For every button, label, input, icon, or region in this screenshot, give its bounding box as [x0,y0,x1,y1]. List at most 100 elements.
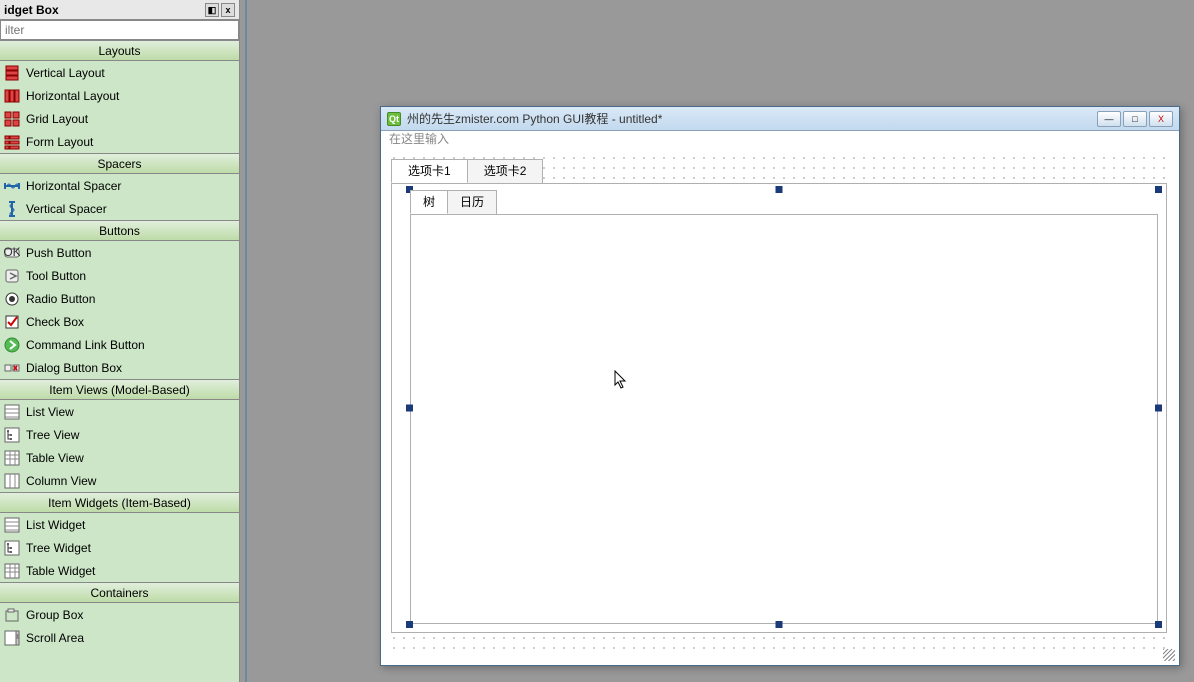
widget-label: Group Box [26,608,83,622]
push-button-icon: OK [4,245,20,261]
table-view-icon [4,450,20,466]
dock-button[interactable]: ◧ [205,3,219,17]
inner-tab-content[interactable] [410,214,1158,624]
widget-label: Grid Layout [26,112,88,126]
selection-handle-bm[interactable] [776,621,783,628]
widget-tree-widget[interactable]: Tree Widget [0,536,239,559]
widget-label: Command Link Button [26,338,145,352]
outer-tab-1[interactable]: 选项卡1 [391,159,468,183]
column-view-icon [4,473,20,489]
widget-label: Vertical Spacer [26,202,107,216]
widget-grid-layout[interactable]: Grid Layout [0,107,239,130]
close-button[interactable]: X [1149,111,1173,127]
inner-tab-widget[interactable]: 树 日历 [410,190,1158,624]
selection-handle-tr[interactable] [1155,186,1162,193]
widget-box-title: idget Box [4,3,203,17]
dialog-button-box-icon [4,360,20,376]
widget-label: Table Widget [26,564,95,578]
section-header-containers[interactable]: Containers [0,582,239,603]
widget-label: Scroll Area [26,631,84,645]
outer-tab-content[interactable]: 树 日历 [391,183,1167,633]
widget-box-titlebar: idget Box ◧ x [0,0,239,20]
outer-tab-widget[interactable]: 选项卡1 选项卡2 树 日历 [391,159,1167,633]
tree-view-icon [4,427,20,443]
widget-tree-view[interactable]: Tree View [0,423,239,446]
widget-table-widget[interactable]: Table Widget [0,559,239,582]
widget-label: Dialog Button Box [26,361,122,375]
command-link-icon [4,337,20,353]
widget-label: Push Button [26,246,91,260]
widget-label: Horizontal Spacer [26,179,121,193]
widget-list-view[interactable]: List View [0,400,239,423]
form-body[interactable]: 在这里输入 选项卡1 选项卡2 树 日历 [381,131,1179,665]
outer-tab-2[interactable]: 选项卡2 [467,159,544,183]
widget-box-panel: idget Box ◧ x Layouts Vertical Layout Ho… [0,0,240,682]
selection-handle-bl[interactable] [406,621,413,628]
form-titlebar[interactable]: Qt 州的先生zmister.com Python GUI教程 - untitl… [381,107,1179,131]
widget-table-view[interactable]: Table View [0,446,239,469]
horizontal-spacer-icon [4,178,20,194]
scroll-area-icon [4,630,20,646]
tool-button-icon [4,268,20,284]
widget-dialog-button-box[interactable]: Dialog Button Box [0,356,239,379]
horizontal-layout-icon [4,88,20,104]
radio-button-icon [4,291,20,307]
grid-layout-icon [4,111,20,127]
widget-horizontal-spacer[interactable]: Horizontal Spacer [0,174,239,197]
widget-check-box[interactable]: Check Box [0,310,239,333]
widget-label: Radio Button [26,292,95,306]
form-window: Qt 州的先生zmister.com Python GUI教程 - untitl… [380,106,1180,666]
widget-label: Check Box [26,315,84,329]
widget-form-layout[interactable]: Form Layout [0,130,239,153]
widget-label: Table View [26,451,84,465]
selection-handle-mr[interactable] [1155,405,1162,412]
selection-handle-ml[interactable] [406,405,413,412]
widget-tool-button[interactable]: Tool Button [0,264,239,287]
inner-tabs-row: 树 日历 [410,190,1158,214]
panel-separator[interactable] [245,0,247,682]
minimize-button[interactable]: — [1097,111,1121,127]
widget-label: Tool Button [26,269,86,283]
widget-label: Form Layout [26,135,93,149]
check-box-icon [4,314,20,330]
section-header-spacers[interactable]: Spacers [0,153,239,174]
section-header-layouts[interactable]: Layouts [0,40,239,61]
section-header-item-widgets[interactable]: Item Widgets (Item-Based) [0,492,239,513]
selection-handle-br[interactable] [1155,621,1162,628]
widget-label: Tree View [26,428,79,442]
group-box-icon [4,607,20,623]
section-header-buttons[interactable]: Buttons [0,220,239,241]
section-header-item-views[interactable]: Item Views (Model-Based) [0,379,239,400]
widget-push-button[interactable]: OK Push Button [0,241,239,264]
widget-command-link-button[interactable]: Command Link Button [0,333,239,356]
table-widget-icon [4,563,20,579]
form-title: 州的先生zmister.com Python GUI教程 - untitled* [407,110,1095,127]
list-view-icon [4,404,20,420]
widget-list-widget[interactable]: List Widget [0,513,239,536]
widget-vertical-layout[interactable]: Vertical Layout [0,61,239,84]
widget-label: Vertical Layout [26,66,105,80]
inner-tab-calendar[interactable]: 日历 [447,190,497,214]
vertical-spacer-icon [4,201,20,217]
tree-widget-icon [4,540,20,556]
widget-group-box[interactable]: Group Box [0,603,239,626]
widget-label: Tree Widget [26,541,91,555]
widget-radio-button[interactable]: Radio Button [0,287,239,310]
menubar-placeholder[interactable]: 在这里输入 [381,131,1179,147]
resize-grip[interactable] [1163,649,1175,661]
widget-horizontal-layout[interactable]: Horizontal Layout [0,84,239,107]
maximize-button[interactable]: □ [1123,111,1147,127]
filter-input[interactable] [0,20,239,40]
widget-scroll-area[interactable]: Scroll Area [0,626,239,649]
widget-vertical-spacer[interactable]: Vertical Spacer [0,197,239,220]
selection-handle-tm[interactable] [776,186,783,193]
list-widget-icon [4,517,20,533]
close-panel-button[interactable]: x [221,3,235,17]
widget-label: Horizontal Layout [26,89,119,103]
widget-column-view[interactable]: Column View [0,469,239,492]
inner-tab-tree[interactable]: 树 [410,190,448,214]
qt-icon: Qt [387,112,401,126]
outer-tabs-row: 选项卡1 选项卡2 [391,159,1167,183]
svg-text:OK: OK [4,245,20,259]
vertical-layout-icon [4,65,20,81]
